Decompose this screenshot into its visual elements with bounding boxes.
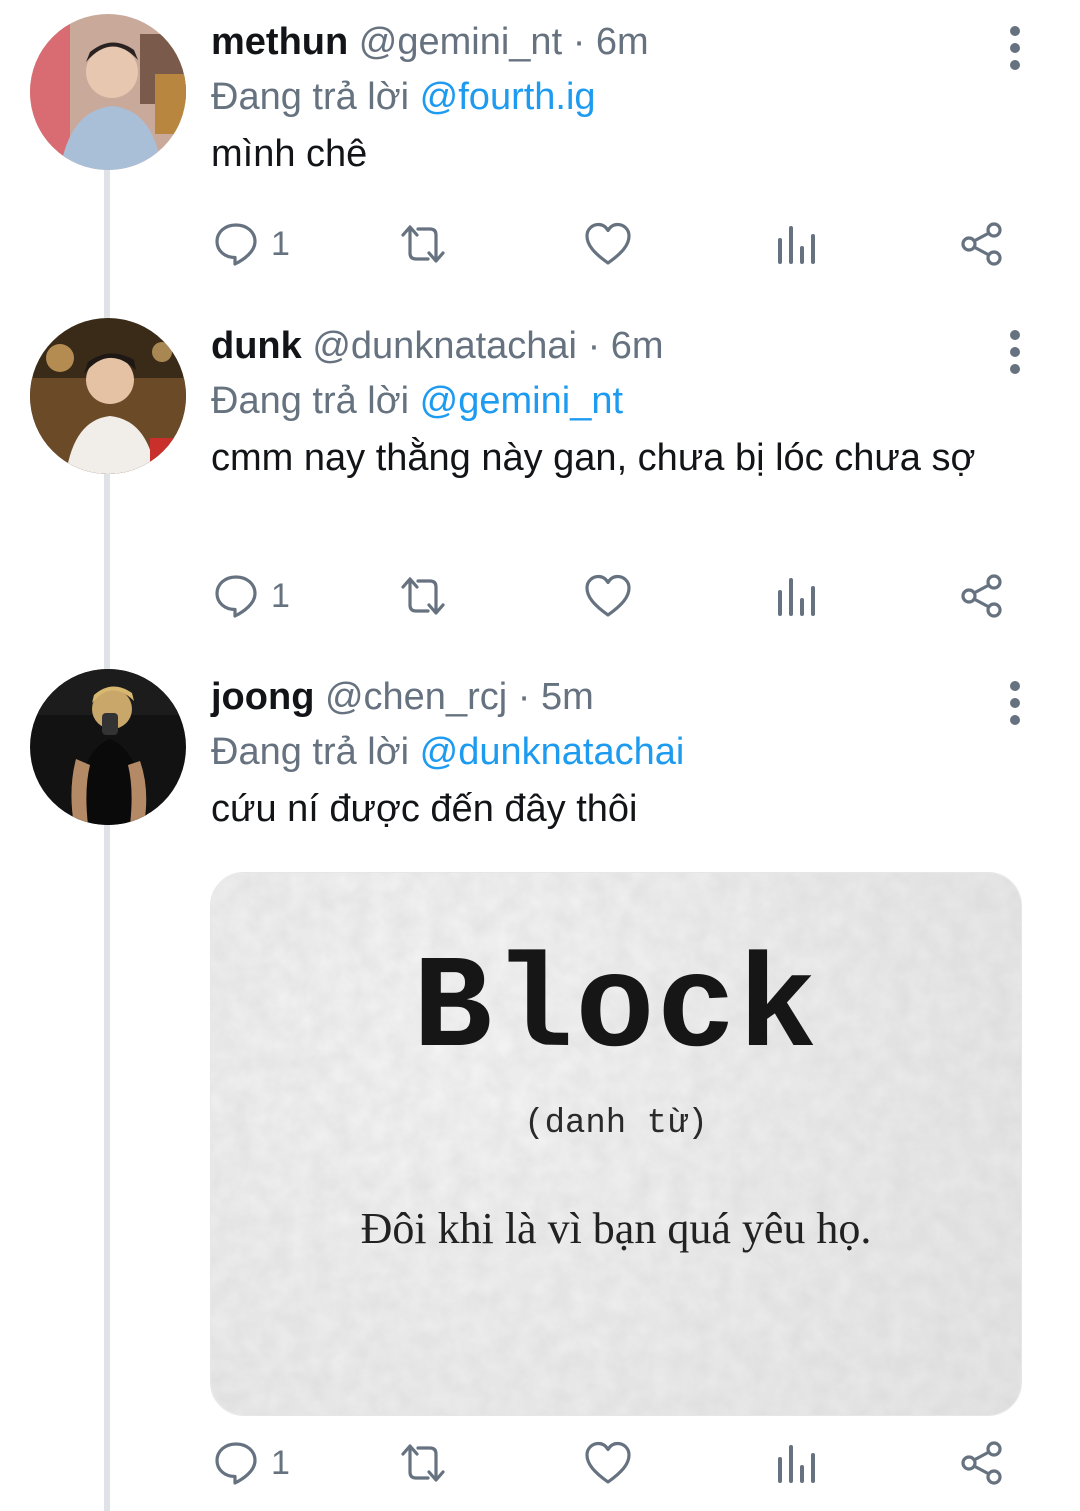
avatar-photo	[30, 14, 186, 170]
separator-dot: ·	[587, 325, 601, 367]
views-button[interactable]	[775, 566, 817, 626]
more-vertical-icon[interactable]	[1000, 26, 1030, 70]
image-definition: Đôi khi là vì bạn quá yêu họ.	[360, 1204, 872, 1253]
speech-bubble-icon	[215, 575, 257, 618]
tweet-image[interactable]: Block (danh từ) Đôi khi là vì bạn quá yê…	[210, 872, 1022, 1416]
heart-icon	[585, 222, 631, 265]
reply-button[interactable]: 1	[213, 1433, 290, 1493]
user-handle[interactable]: @chen_rcj	[325, 676, 507, 718]
heart-icon	[585, 574, 631, 617]
avatar-photo	[30, 669, 186, 825]
reply-count: 1	[271, 1443, 290, 1482]
action-bar: 1	[211, 1433, 1010, 1493]
replying-to: Đang trả lời @gemini_nt	[211, 376, 1010, 426]
tweet-3[interactable]: joong @chen_rcj · 5m Đang trả lời @dunkn…	[0, 655, 1080, 1511]
more-vertical-icon[interactable]	[1000, 681, 1030, 725]
speech-bubble-icon	[215, 1442, 257, 1485]
share-button[interactable]	[959, 1433, 1005, 1493]
views-button[interactable]	[775, 1433, 817, 1493]
replying-prefix: Đang trả lời	[211, 76, 410, 118]
timestamp[interactable]: 6m	[611, 325, 664, 367]
display-name[interactable]: joong	[211, 676, 314, 718]
views-button[interactable]	[775, 214, 817, 274]
reply-count: 1	[271, 224, 290, 263]
bar-chart-icon	[778, 578, 815, 616]
retweet-icon	[401, 1444, 445, 1482]
display-name[interactable]: dunk	[211, 325, 302, 367]
user-handle[interactable]: @dunknatachai	[312, 325, 577, 367]
avatar[interactable]	[30, 669, 186, 825]
tweet-text: cứu ní được đến đây thôi	[211, 788, 638, 830]
retweet-button[interactable]	[397, 566, 449, 626]
more-vertical-icon[interactable]	[1000, 330, 1030, 374]
replying-prefix: Đang trả lời	[211, 731, 410, 773]
share-icon	[961, 222, 1002, 266]
retweet-icon	[401, 225, 445, 263]
action-bar: 1	[211, 566, 1010, 626]
bar-chart-icon	[778, 1445, 815, 1483]
like-button[interactable]	[584, 1433, 632, 1493]
user-handle[interactable]: @gemini_nt	[359, 21, 562, 63]
heart-icon	[585, 1441, 631, 1484]
retweet-button[interactable]	[397, 214, 449, 274]
reply-button[interactable]: 1	[213, 214, 290, 274]
share-icon	[961, 1441, 1002, 1485]
speech-bubble-icon	[215, 223, 257, 266]
share-button[interactable]	[959, 214, 1005, 274]
action-bar: 1	[211, 214, 1010, 274]
display-name[interactable]: methun	[211, 21, 348, 63]
retweet-button[interactable]	[397, 1433, 449, 1493]
tweet-1[interactable]: methun @gemini_nt · 6m Đang trả lời @fou…	[0, 0, 1080, 300]
avatar[interactable]	[30, 14, 186, 170]
timestamp[interactable]: 6m	[596, 21, 649, 63]
like-button[interactable]	[584, 566, 632, 626]
separator-dot: ·	[517, 676, 531, 718]
image-headword: Block	[412, 935, 820, 1085]
image-part-of-speech: (danh từ)	[524, 1105, 708, 1143]
tweet-text: mình chê	[211, 133, 368, 175]
replying-to: Đang trả lời @fourth.ig	[211, 72, 1010, 122]
mention-link[interactable]: @fourth.ig	[420, 76, 596, 118]
reply-button[interactable]: 1	[213, 566, 290, 626]
bar-chart-icon	[778, 226, 815, 264]
avatar-photo	[30, 318, 186, 474]
avatar[interactable]	[30, 318, 186, 474]
reply-count: 1	[271, 576, 290, 615]
separator-dot: ·	[572, 21, 586, 63]
share-button[interactable]	[959, 566, 1005, 626]
replying-to: Đang trả lời @dunknatachai	[211, 727, 1010, 777]
timestamp[interactable]: 5m	[541, 676, 594, 718]
replying-prefix: Đang trả lời	[211, 380, 410, 422]
mention-link[interactable]: @gemini_nt	[420, 380, 623, 422]
share-icon	[961, 574, 1002, 618]
like-button[interactable]	[584, 214, 632, 274]
tweet-2[interactable]: dunk @dunknatachai · 6m Đang trả lời @ge…	[0, 304, 1080, 654]
mention-link[interactable]: @dunknatachai	[420, 731, 685, 773]
tweet-text: cmm nay thằng này gan, chưa bị lóc chưa …	[211, 437, 976, 479]
retweet-icon	[401, 577, 445, 615]
